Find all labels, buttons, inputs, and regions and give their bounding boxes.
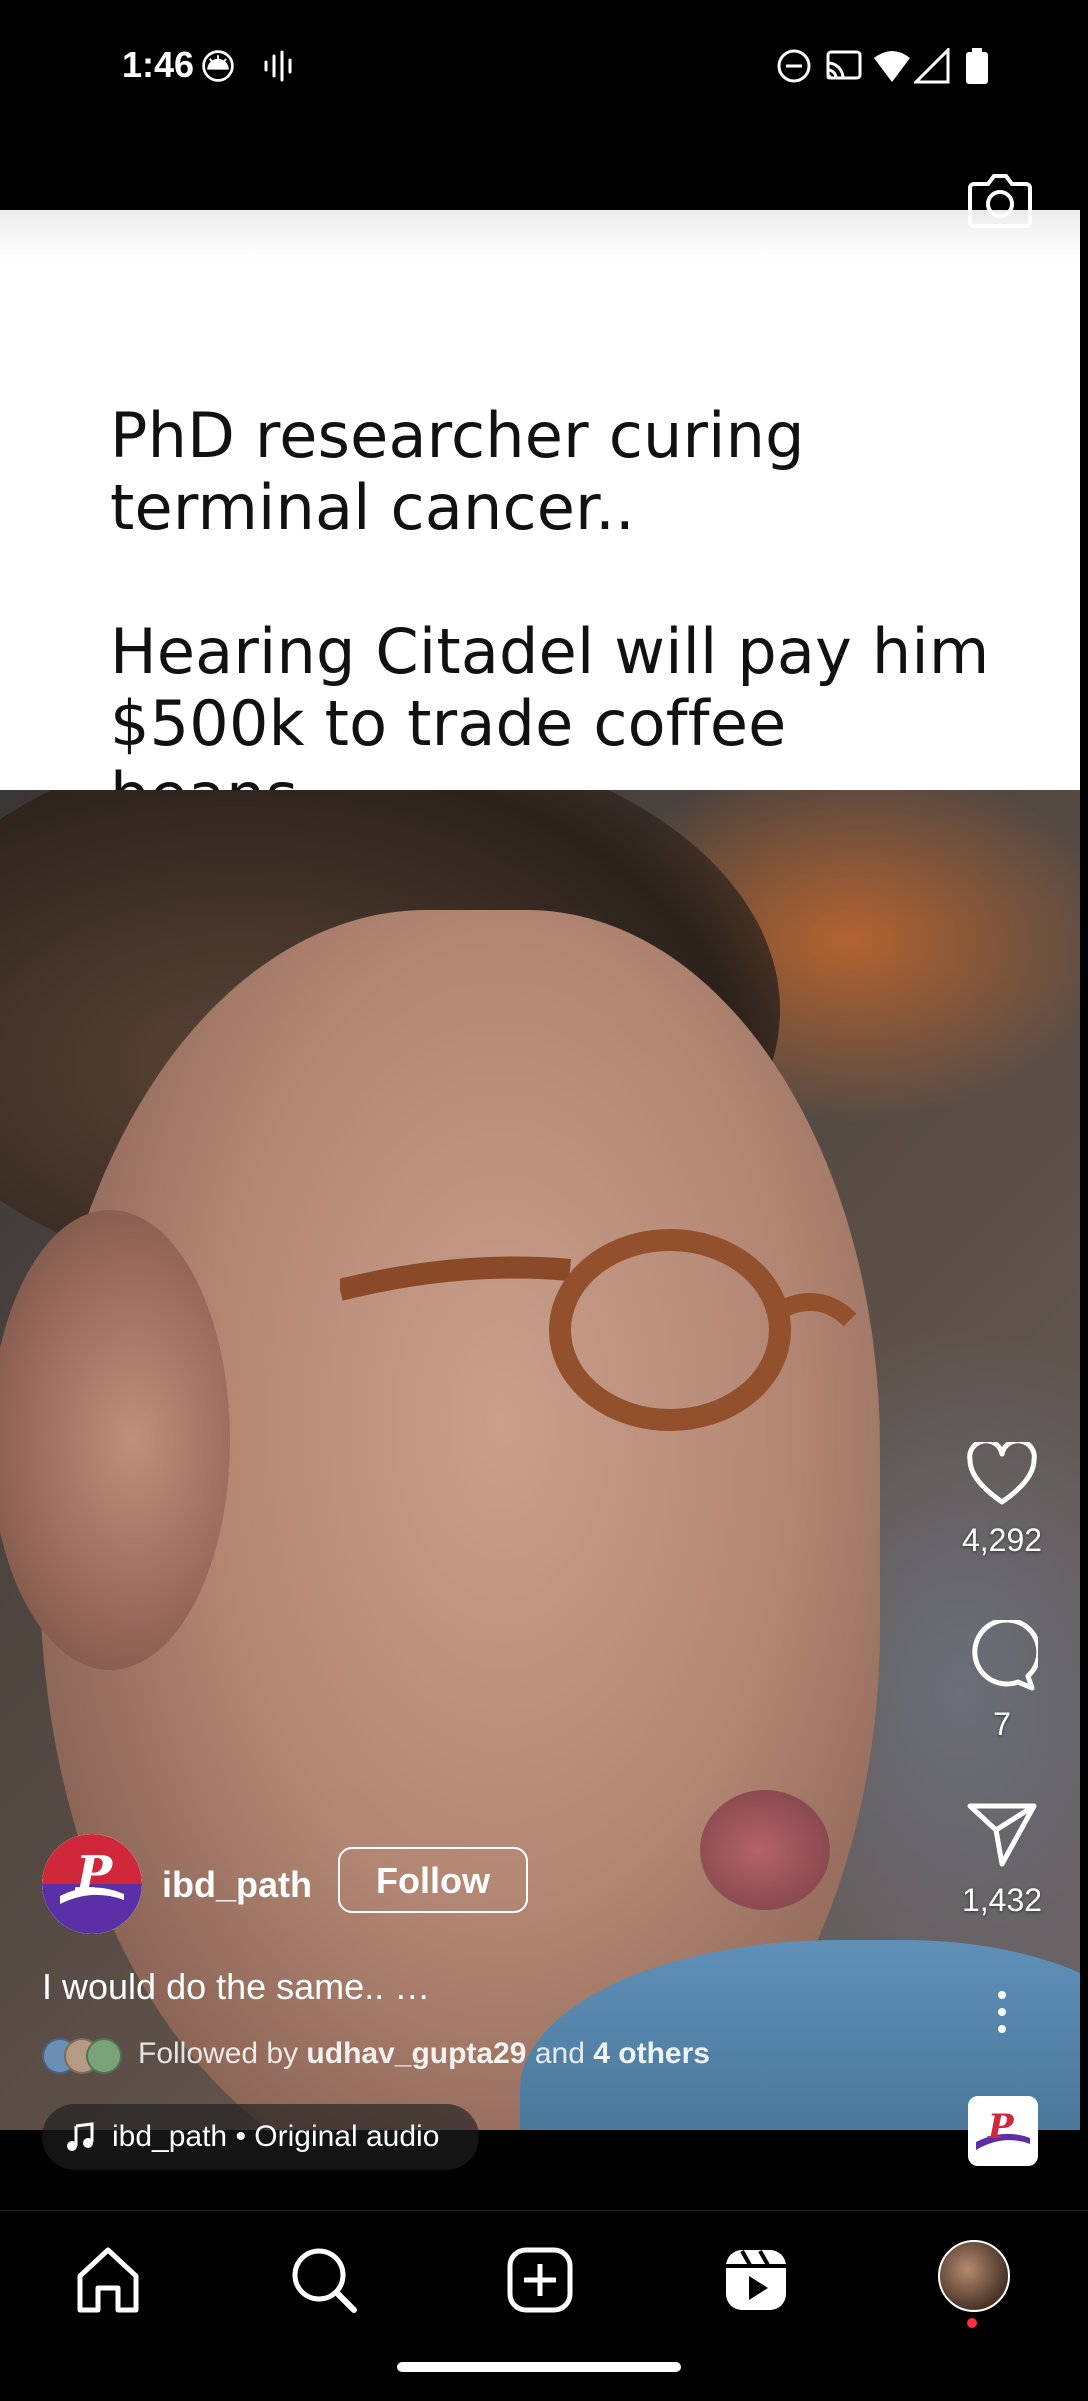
share-count: 1,432 — [961, 1882, 1043, 1918]
video-frame — [0, 790, 1080, 2130]
profile-avatar[interactable] — [938, 2240, 1010, 2312]
heart-icon[interactable] — [966, 1442, 1038, 1508]
music-note-icon — [67, 2122, 94, 2151]
followed-by-prefix: Followed by — [138, 2037, 299, 2070]
signal-icon — [914, 48, 950, 84]
like-count: 4,292 — [961, 1522, 1043, 1558]
reel-video[interactable]: PhD researcher curing terminal cancer.. … — [0, 210, 1080, 2130]
status-time: 1:46 — [122, 44, 195, 85]
reels-icon[interactable] — [716, 2240, 796, 2320]
comment-icon[interactable] — [966, 1620, 1038, 1692]
like-action[interactable]: 4,292 — [950, 1442, 1054, 1559]
svg-text:P: P — [74, 1846, 114, 1902]
audio-wave-icon — [264, 50, 292, 82]
camera-icon[interactable] — [966, 170, 1034, 230]
search-icon[interactable] — [284, 2240, 364, 2320]
wifi-icon — [874, 51, 910, 82]
caption-card-text: PhD researcher curing terminal cancer.. … — [110, 399, 990, 832]
followed-by[interactable]: Followed by udhav_gupta29 and 4 others — [42, 2036, 710, 2074]
dnd-icon — [777, 49, 811, 83]
caption-card: PhD researcher curing terminal cancer.. … — [0, 210, 1080, 832]
notification-dot — [967, 2318, 977, 2328]
audio-pill[interactable]: ibd_path • Original audio — [42, 2104, 480, 2170]
follow-button[interactable]: Follow — [338, 1847, 528, 1913]
create-icon[interactable] — [500, 2240, 580, 2320]
weather-icon — [202, 50, 234, 82]
more-vertical-icon[interactable] — [992, 1990, 1012, 2034]
more-options-button[interactable] — [950, 1990, 1054, 2034]
brand-logo-icon: P — [42, 1834, 142, 1934]
followed-by-user[interactable]: udhav_gupta29 — [306, 2037, 526, 2071]
comment-action[interactable]: 7 — [950, 1620, 1054, 1743]
comment-count: 7 — [993, 1706, 1011, 1742]
author-avatar[interactable]: P — [42, 1834, 142, 1934]
reel-description[interactable]: I would do the same.. … — [42, 1966, 430, 2008]
audio-label: ibd_path • Original audio — [112, 2120, 440, 2153]
home-indicator[interactable] — [397, 2362, 681, 2372]
followed-by-others[interactable]: 4 others — [593, 2037, 710, 2071]
follower-avatars — [42, 2036, 122, 2074]
followed-by-connector: and — [534, 2037, 585, 2070]
home-icon[interactable] — [68, 2240, 148, 2320]
audio-thumbnail[interactable]: P — [968, 2096, 1038, 2166]
send-icon[interactable] — [966, 1800, 1038, 1868]
cast-icon — [826, 50, 862, 80]
svg-text:P: P — [987, 2107, 1015, 2147]
brand-logo-icon: P — [970, 2098, 1036, 2164]
battery-icon — [966, 48, 988, 84]
author-username[interactable]: ibd_path — [162, 1864, 312, 1906]
share-action[interactable]: 1,432 — [950, 1800, 1054, 1919]
